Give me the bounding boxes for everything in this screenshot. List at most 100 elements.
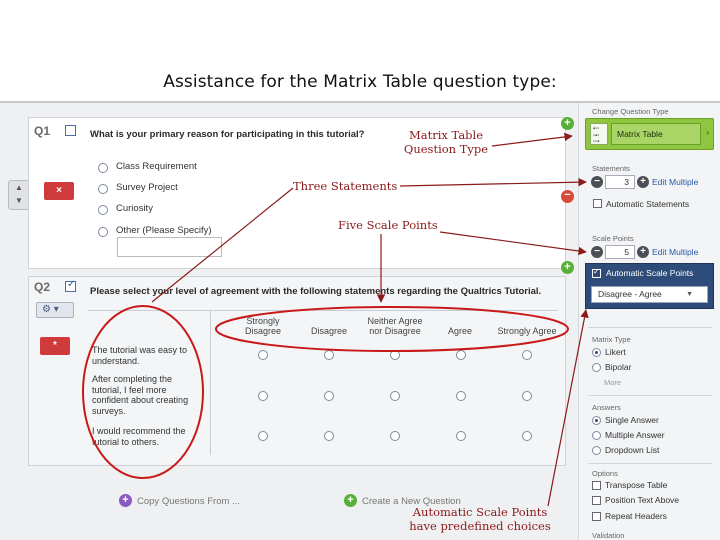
question-type-value[interactable]: Matrix Table — [611, 123, 701, 145]
answer-type-radio[interactable] — [592, 431, 601, 440]
matrix-type-option[interactable]: Likert — [605, 347, 626, 357]
slide-title: Assistance for the Matrix Table question… — [163, 72, 557, 92]
option-label[interactable]: Repeat Headers — [605, 511, 667, 521]
matrix-radio[interactable] — [522, 350, 532, 360]
scale-points-label: Scale Points — [592, 234, 634, 243]
answer-type-radio[interactable] — [592, 416, 601, 425]
answer-type-option[interactable]: Dropdown List — [605, 445, 659, 455]
chevron-right-icon: › — [706, 128, 709, 137]
statements-label: Statements — [592, 164, 630, 173]
create-question-icon[interactable]: + — [344, 494, 357, 507]
matrix-radio[interactable] — [456, 431, 466, 441]
options-label: Options — [592, 469, 618, 478]
position-text-above-checkbox[interactable] — [592, 496, 601, 505]
increment-statements-button[interactable]: + — [637, 176, 649, 188]
scale-point-header: Agree — [447, 326, 473, 336]
add-block-icon[interactable]: + — [561, 117, 574, 130]
annotation-matrix-type: Matrix Table Question Type — [403, 128, 489, 156]
statements-count-field[interactable]: 3 — [605, 175, 635, 189]
statement-label[interactable]: I would recommend the tutorial to others. — [92, 426, 186, 447]
matrix-radio[interactable] — [324, 350, 334, 360]
answer-type-option[interactable]: Single Answer — [605, 415, 659, 425]
move-handle[interactable]: ▲ ▼ — [8, 180, 30, 210]
automatic-statements-label[interactable]: Automatic Statements — [606, 199, 689, 209]
question-number: Q1 — [34, 124, 51, 138]
choice-radio[interactable] — [98, 205, 108, 215]
delete-question-button[interactable]: × — [44, 182, 74, 200]
edit-multiple-link[interactable]: Edit Multiple — [652, 177, 698, 187]
edit-multiple-link[interactable]: Edit Multiple — [652, 247, 698, 257]
matrix-table-icon: ▪▫▫ ▫▪▫ ▫▫▪ — [590, 123, 608, 145]
answer-type-radio[interactable] — [592, 446, 601, 455]
decrement-statements-button[interactable]: − — [591, 176, 603, 188]
option-label[interactable]: Position Text Above — [605, 495, 679, 505]
matrix-type-option[interactable]: Bipolar — [605, 362, 631, 372]
other-text-input[interactable] — [117, 237, 222, 257]
add-block-icon[interactable]: + — [561, 261, 574, 274]
choice-label[interactable]: Survey Project — [116, 182, 178, 193]
matrix-divider — [88, 310, 558, 311]
repeat-headers-checkbox[interactable] — [592, 512, 601, 521]
question-type-selector[interactable]: ▪▫▫ ▫▪▫ ▫▫▪ Matrix Table › — [585, 118, 714, 150]
question-select-checkbox[interactable] — [65, 279, 76, 292]
choice-radio[interactable] — [98, 227, 108, 237]
scale-point-header: Neither Agree nor Disagree — [367, 316, 423, 336]
matrix-radio[interactable] — [456, 391, 466, 401]
chevron-down-icon: ▼ — [686, 291, 693, 298]
matrix-type-radio[interactable] — [592, 363, 601, 372]
delete-question-button[interactable]: * — [40, 337, 70, 355]
answer-type-option[interactable]: Multiple Answer — [605, 430, 665, 440]
statement-label[interactable]: After completing the tutorial, I feel mor… — [92, 374, 188, 416]
matrix-radio[interactable] — [324, 431, 334, 441]
matrix-radio[interactable] — [258, 350, 268, 360]
panel-divider — [588, 463, 712, 464]
question-text[interactable]: What is your primary reason for particip… — [90, 129, 364, 140]
choice-label[interactable]: Class Requirement — [116, 161, 197, 172]
matrix-radio[interactable] — [522, 391, 532, 401]
question-options-button[interactable]: ⚙ ▾ — [36, 302, 74, 318]
matrix-radio[interactable] — [324, 391, 334, 401]
matrix-radio[interactable] — [390, 350, 400, 360]
automatic-scale-points-box[interactable]: Automatic Scale Points Disagree - Agree … — [585, 263, 714, 309]
scale-point-header: Strongly Disagree — [244, 316, 282, 336]
change-type-label: Change Question Type — [592, 107, 669, 116]
option-label[interactable]: Transpose Table — [605, 480, 667, 490]
automatic-statements-checkbox[interactable] — [593, 199, 602, 208]
matrix-radio[interactable] — [390, 431, 400, 441]
arrow-up-icon: ▲ — [15, 183, 23, 192]
choice-label[interactable]: Curiosity — [116, 203, 153, 214]
automatic-scale-points-checkbox[interactable] — [592, 267, 601, 278]
question-number: Q2 — [34, 280, 51, 294]
more-link[interactable]: More — [604, 378, 621, 387]
increment-scale-points-button[interactable]: + — [637, 246, 649, 258]
matrix-type-label: Matrix Type — [592, 335, 631, 344]
validation-label: Validation — [592, 531, 625, 540]
matrix-radio[interactable] — [522, 431, 532, 441]
scale-preset-select[interactable]: Disagree - Agree ▼ — [591, 286, 708, 303]
automatic-scale-points-label[interactable]: Automatic Scale Points — [606, 268, 693, 278]
panel-divider — [588, 327, 712, 328]
choice-label[interactable]: Other (Please Specify) — [116, 225, 212, 236]
choice-radio[interactable] — [98, 163, 108, 173]
copy-questions-link[interactable]: Copy Questions From ... — [137, 496, 240, 507]
statement-label[interactable]: The tutorial was easy to understand. — [92, 345, 187, 366]
matrix-radio[interactable] — [258, 431, 268, 441]
question-select-checkbox[interactable] — [65, 125, 76, 136]
scale-points-count-field[interactable]: 5 — [605, 245, 635, 259]
matrix-type-radio[interactable] — [592, 348, 601, 357]
panel-divider — [588, 395, 712, 396]
annotation-auto-scale: Automatic Scale Points have predefined ch… — [409, 505, 551, 533]
arrow-down-icon: ▼ — [15, 196, 23, 205]
question-text[interactable]: Please select your level of agreement wi… — [90, 286, 541, 297]
matrix-divider — [210, 310, 211, 455]
matrix-radio[interactable] — [390, 391, 400, 401]
choice-radio[interactable] — [98, 184, 108, 194]
copy-questions-icon[interactable]: + — [119, 494, 132, 507]
decrement-scale-points-button[interactable]: − — [591, 246, 603, 258]
transpose-table-checkbox[interactable] — [592, 481, 601, 490]
answers-label: Answers — [592, 403, 621, 412]
remove-statement-icon[interactable]: − — [561, 190, 574, 203]
matrix-radio[interactable] — [258, 391, 268, 401]
scale-point-header: Disagree — [310, 326, 348, 336]
matrix-radio[interactable] — [456, 350, 466, 360]
